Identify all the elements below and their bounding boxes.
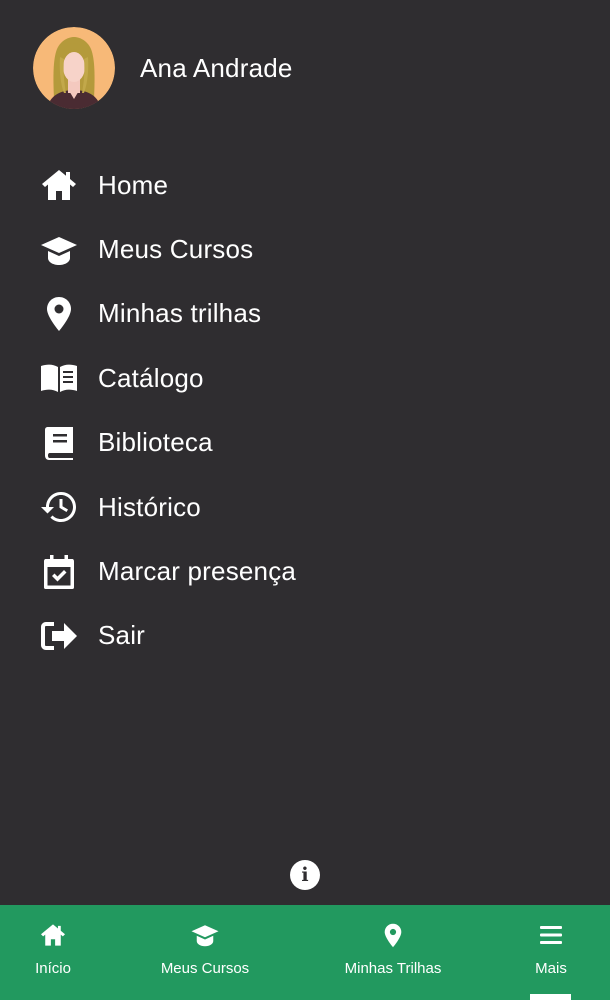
- tab-label: Meus Cursos: [160, 960, 250, 977]
- graduation-cap-icon: [39, 230, 79, 270]
- history-icon: [39, 487, 79, 527]
- tab-minhas-trilhas[interactable]: Minhas Trilhas: [338, 905, 448, 1000]
- map-pin-icon: [384, 922, 402, 948]
- tab-label: Início: [35, 960, 71, 977]
- menu-item-label: Catálogo: [98, 362, 204, 393]
- navigation-drawer-screen: Ana Andrade Home Meus Cursos Minhas tril…: [0, 0, 610, 1000]
- menu-item-home[interactable]: Home: [0, 153, 610, 217]
- menu-item-historico[interactable]: Histórico: [0, 475, 610, 539]
- menu-item-label: Meus Cursos: [98, 234, 254, 265]
- user-name: Ana Andrade: [140, 52, 293, 83]
- home-icon: [39, 165, 79, 205]
- sign-out-icon: [39, 616, 79, 656]
- menu-item-label: Biblioteca: [98, 427, 213, 458]
- menu-item-minhas-trilhas[interactable]: Minhas trilhas: [0, 282, 610, 346]
- info-icon: i: [301, 863, 309, 886]
- menu-icon: [540, 922, 562, 948]
- tab-meus-cursos[interactable]: Meus Cursos: [155, 905, 255, 1000]
- menu-item-meus-cursos[interactable]: Meus Cursos: [0, 217, 610, 281]
- user-profile[interactable]: Ana Andrade: [33, 27, 293, 109]
- menu-item-biblioteca[interactable]: Biblioteca: [0, 411, 610, 475]
- menu-item-sair[interactable]: Sair: [0, 604, 610, 668]
- menu-item-label: Histórico: [98, 491, 201, 522]
- menu-item-label: Marcar presença: [98, 556, 297, 587]
- map-pin-icon: [39, 294, 79, 334]
- active-tab-indicator: [530, 994, 571, 1000]
- graduation-cap-icon: [190, 922, 220, 948]
- tab-inicio[interactable]: Início: [22, 905, 84, 1000]
- open-book-icon: [39, 358, 79, 398]
- menu-item-label: Home: [98, 169, 169, 200]
- tab-mais[interactable]: Mais: [526, 905, 576, 1000]
- home-icon: [39, 922, 67, 948]
- calendar-check-icon: [39, 552, 79, 592]
- menu-item-label: Sair: [98, 620, 146, 651]
- drawer-menu: Home Meus Cursos Minhas trilhas Catálogo…: [0, 153, 610, 668]
- woman-avatar-icon: [33, 27, 115, 109]
- tab-label: Mais: [535, 960, 567, 977]
- menu-item-label: Minhas trilhas: [98, 298, 262, 329]
- bottom-navigation: Início Meus Cursos Minhas Trilhas Mais: [0, 905, 610, 1000]
- menu-item-marcar-presenca[interactable]: Marcar presença: [0, 539, 610, 603]
- menu-item-catalogo[interactable]: Catálogo: [0, 346, 610, 410]
- tab-label: Minhas Trilhas: [344, 960, 442, 977]
- info-button[interactable]: i: [290, 860, 320, 890]
- avatar: [33, 27, 115, 109]
- book-icon: [39, 423, 79, 463]
